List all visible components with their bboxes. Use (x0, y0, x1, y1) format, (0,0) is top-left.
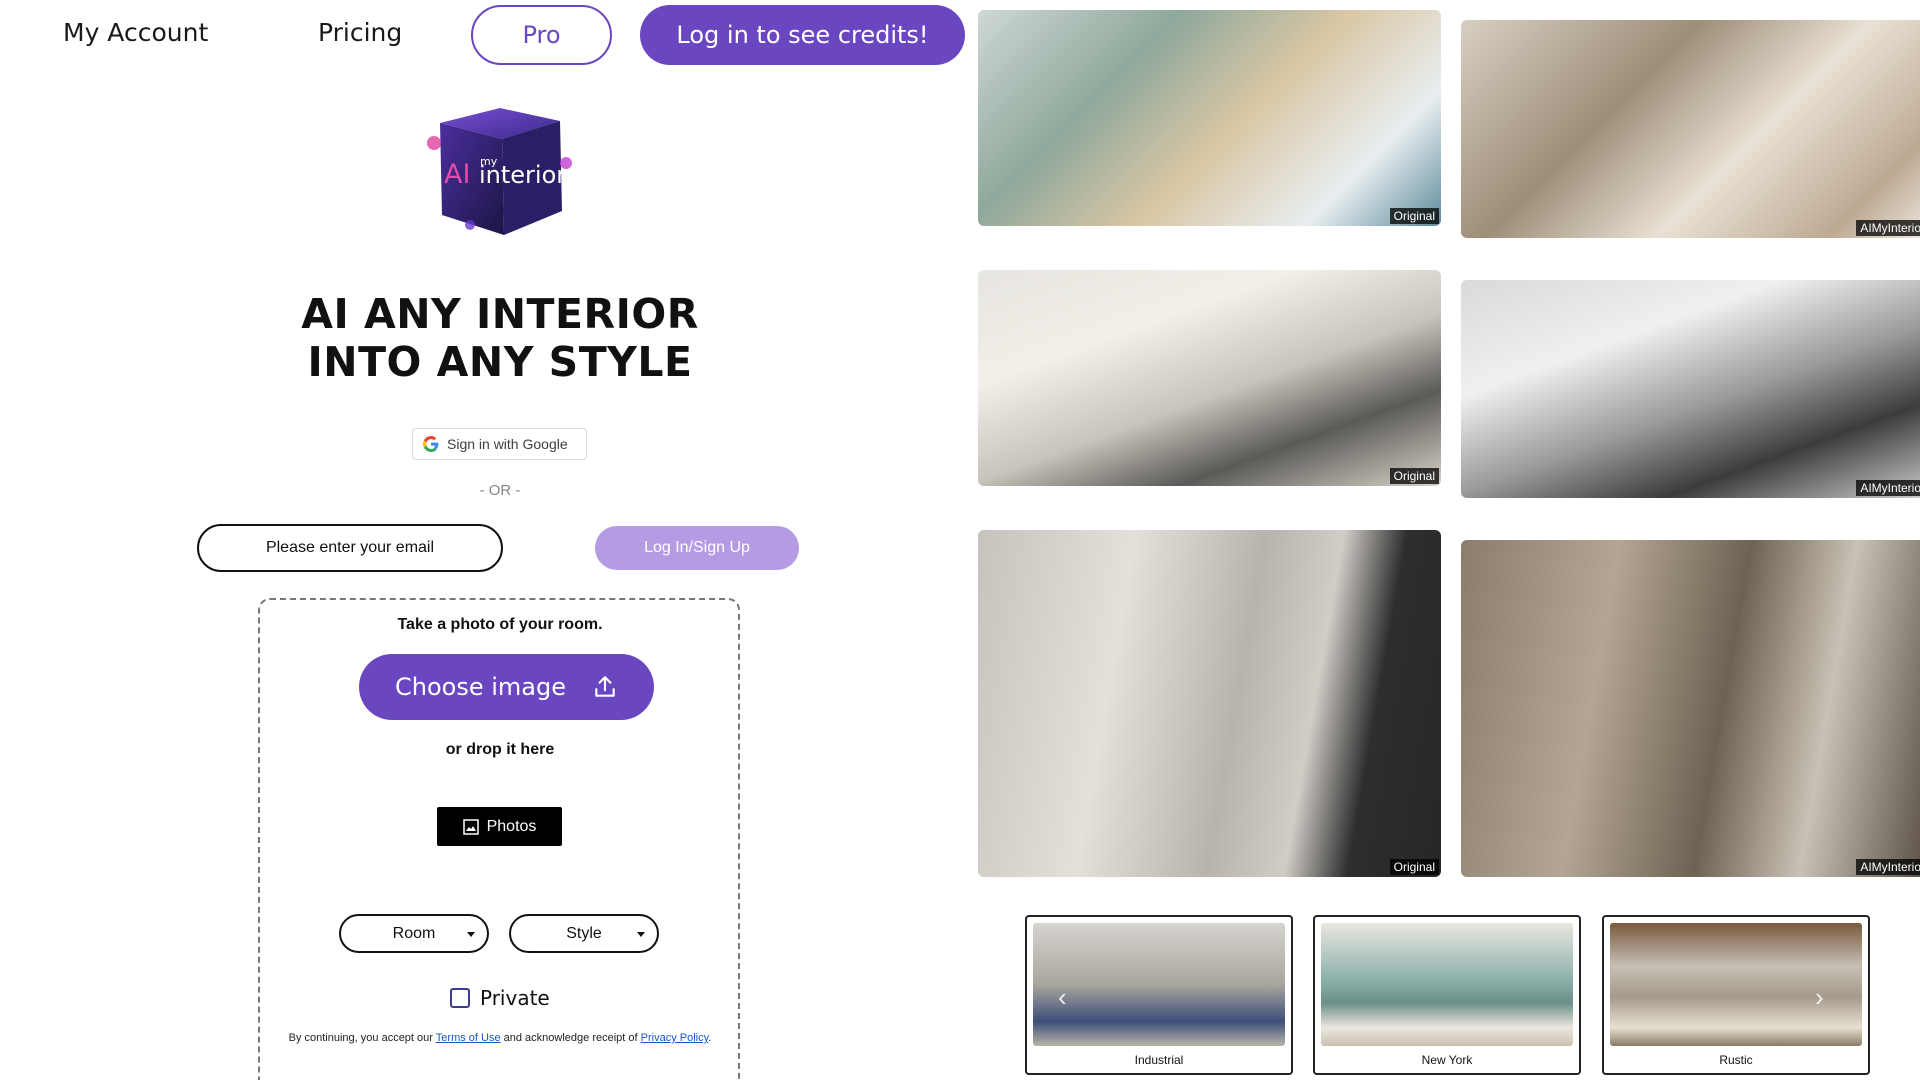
style-card-label: Rustic (1719, 1053, 1753, 1067)
title-line-2: INTO ANY STYLE (307, 338, 693, 386)
upload-prompt: Take a photo of your room. (397, 616, 603, 633)
terms-prefix: By continuing, you accept our (288, 1032, 436, 1044)
logo-interior-text: interior (479, 161, 566, 189)
caret-down-icon (467, 932, 475, 937)
google-signin-button[interactable]: Sign in with Google (412, 428, 587, 460)
caret-down-icon (637, 932, 645, 937)
original-photo-2: Original (978, 270, 1441, 486)
room-select-value: Room (392, 924, 436, 942)
original-photo-1: Original (978, 10, 1441, 226)
drop-hint: or drop it here (445, 741, 555, 758)
pro-button[interactable]: Pro (471, 5, 612, 65)
image-icon (462, 818, 479, 835)
logo: AI my interior (427, 108, 572, 235)
original-photo-3: Original (978, 530, 1441, 877)
carousel-prev-icon[interactable]: ‹ (1058, 982, 1078, 1012)
google-signin-label: Sign in with Google (447, 436, 568, 452)
result-photo-3: AIMyInterior (1461, 540, 1920, 877)
terms-suffix: . (708, 1032, 712, 1044)
terms-middle: and acknowledge receipt of (500, 1032, 641, 1044)
original-tag: Original (1389, 859, 1439, 875)
email-input[interactable] (197, 524, 503, 572)
logo-ai-text: AI (444, 159, 470, 190)
style-card-label: New York (1421, 1053, 1473, 1067)
carousel-next-icon[interactable]: › (1815, 982, 1835, 1012)
google-icon (423, 436, 439, 452)
style-select-value: Style (566, 924, 602, 942)
room-select[interactable]: Room (339, 914, 489, 953)
style-card-new-york[interactable]: New York (1313, 915, 1581, 1075)
terms-notice: By continuing, you accept our Terms of U… (0, 1032, 1000, 1044)
nav-my-account[interactable]: My Account (63, 18, 208, 47)
login-signup-button[interactable]: Log In/Sign Up (595, 526, 799, 570)
photos-button[interactable]: Photos (437, 807, 562, 846)
credits-button[interactable]: Log in to see credits! (640, 5, 965, 65)
original-tag: Original (1389, 468, 1439, 484)
privacy-policy-link[interactable]: Privacy Policy (641, 1032, 709, 1044)
result-tag: AIMyInterior (1856, 220, 1920, 236)
private-label: Private (480, 986, 550, 1010)
result-tag: AIMyInterior (1856, 859, 1920, 875)
private-option: Private (450, 986, 550, 1010)
choose-image-button[interactable]: Choose image (359, 654, 654, 720)
title-line-1: AI ANY INTERIOR (301, 290, 699, 338)
upload-icon (595, 676, 615, 697)
original-tag: Original (1389, 208, 1439, 224)
nav-pricing[interactable]: Pricing (318, 18, 402, 47)
photos-label: Photos (486, 817, 537, 835)
result-photo-1: AIMyInterior (1461, 20, 1920, 238)
terms-of-use-link[interactable]: Terms of Use (436, 1032, 501, 1044)
style-select[interactable]: Style (509, 914, 659, 953)
private-checkbox[interactable] (450, 988, 470, 1008)
style-card-label: Industrial (1134, 1053, 1184, 1067)
page-title: AI ANY INTERIOR INTO ANY STYLE (0, 290, 1000, 386)
result-photo-2: AIMyInterior (1461, 280, 1920, 498)
result-tag: AIMyInterior (1856, 480, 1920, 496)
style-thumbnail (1321, 923, 1573, 1046)
choose-image-label: Choose image (395, 673, 566, 701)
or-separator: - OR - (479, 482, 521, 499)
